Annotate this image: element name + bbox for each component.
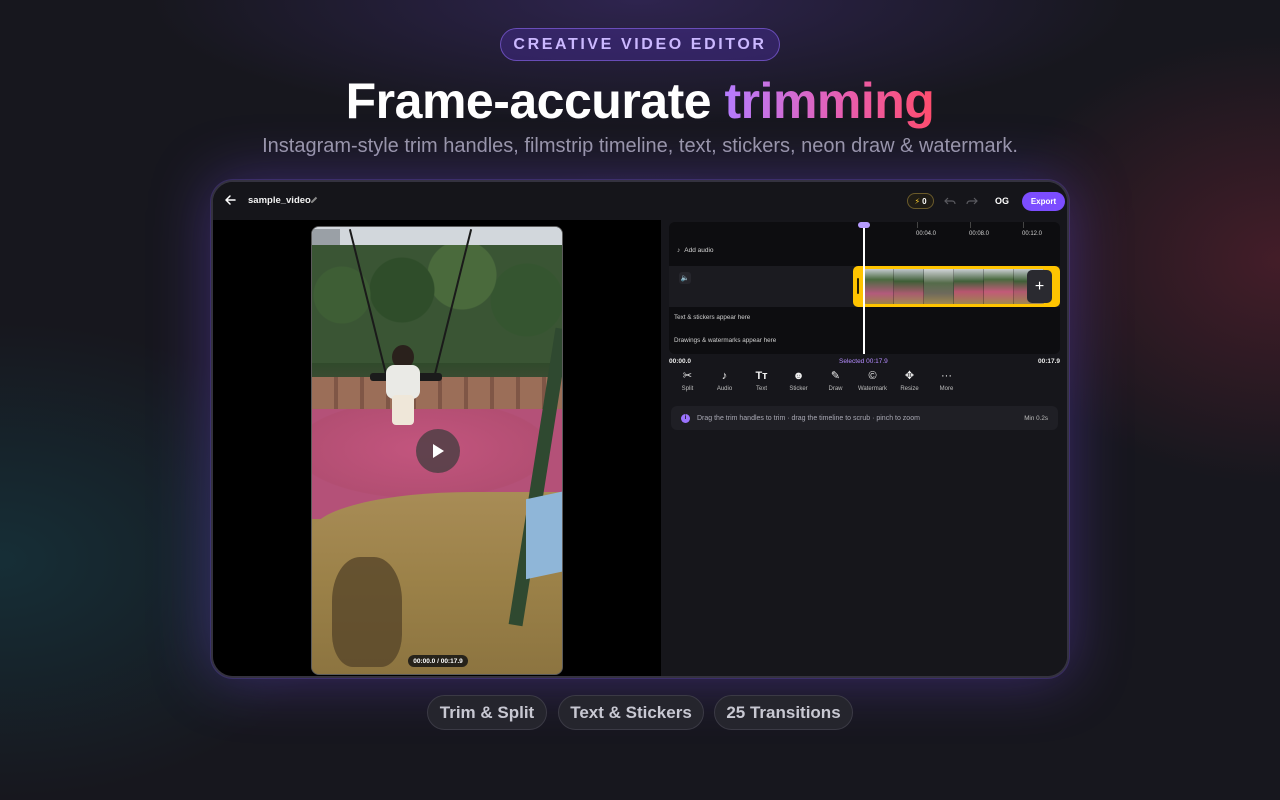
min-duration-label: Min 0.2s — [1024, 414, 1048, 422]
aspect-og-button[interactable]: OG — [995, 196, 1009, 206]
tool-label: Watermark — [857, 386, 888, 392]
tool-resize[interactable]: ✥ Resize — [891, 370, 928, 398]
playhead-knob[interactable] — [858, 222, 870, 228]
ruler-label: 00:04.0 — [916, 231, 937, 237]
tool-more[interactable]: ··· More — [928, 370, 965, 398]
video-clip[interactable]: + — [853, 266, 1060, 307]
play-button[interactable] — [416, 429, 460, 473]
tablet-mockup: sample_video ⚡ 0 OG Export 00:00.0 / 00:1… — [211, 180, 1069, 678]
editing-panel: 00:04.0 00:08.0 00:12.0 ♪ Add audio 🔈 + T… — [661, 220, 1067, 676]
hero-badge: CREATIVE VIDEO EDITOR — [500, 28, 780, 61]
play-icon — [433, 444, 444, 458]
tool-label: Text — [755, 386, 767, 392]
add-clip-button[interactable]: + — [1027, 270, 1052, 303]
hero-headline: Frame-accurate trimming — [0, 72, 1280, 130]
tool-text[interactable]: Tт Text — [743, 370, 780, 398]
more-dots-icon: ··· — [941, 370, 952, 382]
playhead[interactable] — [863, 226, 865, 354]
hint-text: Drag the trim handles to trim · drag the… — [697, 414, 920, 422]
resize-arrows-icon: ✥ — [904, 370, 915, 382]
ruler-label: 00:12.0 — [1022, 231, 1043, 237]
tool-label: Audio — [716, 386, 733, 392]
tool-draw[interactable]: ✎ Draw — [817, 370, 854, 398]
draw-track-label: Drawings & watermarks appear here — [674, 337, 777, 344]
timeline[interactable]: 00:04.0 00:08.0 00:12.0 ♪ Add audio 🔈 + T… — [669, 222, 1060, 354]
hint-bar: i Drag the trim handles to trim · drag t… — [671, 406, 1058, 430]
tool-sticker[interactable]: ☻ Sticker — [780, 370, 817, 398]
feature-pill-transitions: 25 Transitions — [714, 695, 853, 730]
video-preview-area: 00:00.0 / 00:17.9 — [213, 220, 661, 676]
hero-subtitle: Instagram-style trim handles, filmstrip … — [262, 135, 1018, 157]
tool-bar: ✂ Split ♪ Audio Tт Text ☻ Sticker ✎ Draw © Wat… — [669, 370, 969, 398]
text-icon: Tт — [755, 370, 768, 382]
lightning-icon: ⚡ — [914, 196, 921, 206]
feature-pill-text: Text & Stickers — [558, 695, 704, 730]
add-audio-label: Add audio — [684, 247, 714, 254]
tool-split[interactable]: ✂ Split — [669, 370, 706, 398]
ruler-label: 00:08.0 — [969, 231, 990, 237]
music-note-icon: ♪ — [721, 370, 728, 382]
playback-time: 00:00.0 / 00:17.9 — [408, 655, 468, 667]
tool-label: Split — [681, 386, 694, 392]
headline-highlight: trimming — [724, 73, 935, 129]
music-note-icon: ♪ — [677, 247, 681, 254]
back-arrow-icon[interactable] — [223, 193, 237, 207]
tool-audio[interactable]: ♪ Audio — [706, 370, 743, 398]
video-frame[interactable]: 00:00.0 / 00:17.9 — [311, 226, 563, 675]
tool-label: Resize — [900, 386, 919, 392]
time-selected: Selected 00:17.9 — [839, 358, 888, 365]
tool-label: Sticker — [789, 386, 808, 392]
filmstrip — [864, 269, 1044, 304]
redo-icon[interactable] — [966, 196, 978, 206]
feature-pill-trim: Trim & Split — [427, 695, 547, 730]
time-start: 00:00.0 — [669, 358, 692, 365]
plus-icon: + — [1034, 277, 1045, 295]
editor-top-bar: sample_video ⚡ 0 OG Export — [213, 182, 1067, 220]
brush-icon: ✎ — [830, 370, 841, 382]
export-button[interactable]: Export — [1022, 192, 1065, 211]
add-audio-track[interactable]: ♪ Add audio — [677, 247, 714, 254]
speaker-icon[interactable]: 🔈 — [679, 272, 691, 284]
scissors-icon: ✂ — [682, 370, 693, 382]
tool-label: Draw — [828, 386, 843, 392]
copyright-icon: © — [868, 370, 877, 382]
tool-watermark[interactable]: © Watermark — [854, 370, 891, 398]
headline-prefix: Frame-accurate — [345, 73, 725, 129]
tool-label: More — [939, 386, 954, 392]
edit-pencil-icon[interactable] — [309, 195, 319, 205]
project-name[interactable]: sample_video — [248, 195, 311, 206]
trim-handle-left[interactable] — [857, 278, 859, 294]
credits-badge[interactable]: ⚡ 0 — [907, 193, 934, 209]
undo-icon[interactable] — [944, 196, 956, 206]
time-end: 00:17.9 — [1038, 358, 1061, 365]
smiley-icon: ☻ — [792, 370, 805, 382]
credits-count: 0 — [922, 196, 927, 206]
text-track-label: Text & stickers appear here — [674, 314, 751, 321]
info-icon: i — [681, 413, 690, 423]
